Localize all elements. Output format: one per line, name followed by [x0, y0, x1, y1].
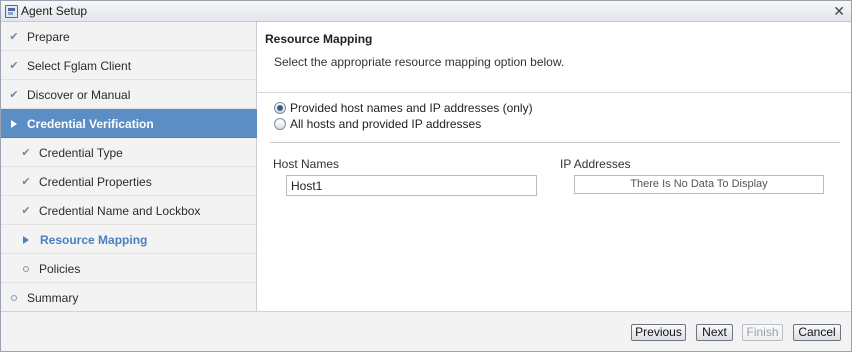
divider: [270, 142, 840, 143]
wizard-footer: Previous Next Finish Cancel: [1, 311, 851, 351]
step-label: Credential Name and Lockbox: [39, 204, 201, 218]
checkmark-icon: ✔: [21, 205, 31, 217]
checkmark-icon: ✔: [9, 89, 19, 101]
triangle-right-icon: [21, 235, 31, 247]
page-description: Select the appropriate resource mapping …: [274, 55, 565, 69]
circle-icon: [9, 292, 19, 304]
wizard-steps-sidebar: ✔ Prepare ✔ Select Fglam Client ✔ Discov…: [1, 22, 257, 311]
radio-button-selected[interactable]: [274, 102, 286, 114]
step-label: Credential Verification: [27, 117, 154, 131]
option-provided-hosts-only[interactable]: Provided host names and IP addresses (on…: [274, 101, 533, 115]
step-label: Summary: [27, 291, 79, 305]
checkmark-icon: ✔: [9, 60, 19, 72]
radio-label: Provided host names and IP addresses (on…: [290, 101, 533, 115]
checkmark-icon: ✔: [21, 147, 31, 159]
ip-addresses-label: IP Addresses: [560, 157, 631, 171]
empty-list-text: There Is No Data To Display: [630, 178, 768, 190]
window-title: Agent Setup: [21, 4, 88, 18]
host-names-input[interactable]: [286, 175, 537, 196]
option-all-hosts[interactable]: All hosts and provided IP addresses: [274, 117, 481, 131]
title-bar: Agent Setup ✕: [1, 1, 851, 22]
step-label: Policies: [39, 262, 81, 276]
resource-mapping-panel: Resource Mapping Select the appropriate …: [258, 22, 851, 311]
step-label: Prepare: [27, 30, 70, 44]
next-button[interactable]: Next: [696, 324, 733, 341]
host-names-label: Host Names: [273, 157, 340, 171]
step-select-fglam-client[interactable]: ✔ Select Fglam Client: [1, 51, 257, 80]
step-credential-properties[interactable]: ✔ Credential Properties: [1, 167, 257, 196]
step-summary[interactable]: Summary: [1, 283, 257, 312]
triangle-right-icon: [9, 119, 19, 131]
checkmark-icon: ✔: [9, 31, 19, 43]
finish-button[interactable]: Finish: [742, 324, 783, 341]
step-label: Resource Mapping: [40, 233, 148, 247]
step-discover-or-manual[interactable]: ✔ Discover or Manual: [1, 80, 257, 109]
cancel-button[interactable]: Cancel: [793, 324, 841, 341]
step-policies[interactable]: Policies: [1, 254, 257, 283]
radio-button[interactable]: [274, 118, 286, 130]
divider: [258, 92, 851, 93]
agent-setup-dialog: Agent Setup ✕ ✔ Prepare ✔ Select Fglam C…: [0, 0, 852, 352]
step-credential-verification[interactable]: Credential Verification: [1, 109, 257, 138]
step-label: Discover or Manual: [27, 88, 131, 102]
step-label: Select Fglam Client: [27, 59, 132, 73]
close-icon[interactable]: ✕: [833, 2, 845, 20]
radio-label: All hosts and provided IP addresses: [290, 117, 482, 131]
step-label: Credential Type: [39, 146, 123, 160]
previous-button[interactable]: Previous: [631, 324, 686, 341]
app-icon: [5, 5, 18, 18]
ip-addresses-list[interactable]: There Is No Data To Display: [574, 175, 824, 194]
step-credential-name-and-lockbox[interactable]: ✔ Credential Name and Lockbox: [1, 196, 257, 225]
page-title: Resource Mapping: [265, 32, 373, 46]
checkmark-icon: ✔: [21, 176, 31, 188]
step-prepare[interactable]: ✔ Prepare: [1, 22, 257, 51]
circle-icon: [21, 263, 31, 275]
step-credential-type[interactable]: ✔ Credential Type: [1, 138, 257, 167]
step-label: Credential Properties: [39, 175, 152, 189]
step-resource-mapping[interactable]: Resource Mapping: [1, 225, 257, 254]
